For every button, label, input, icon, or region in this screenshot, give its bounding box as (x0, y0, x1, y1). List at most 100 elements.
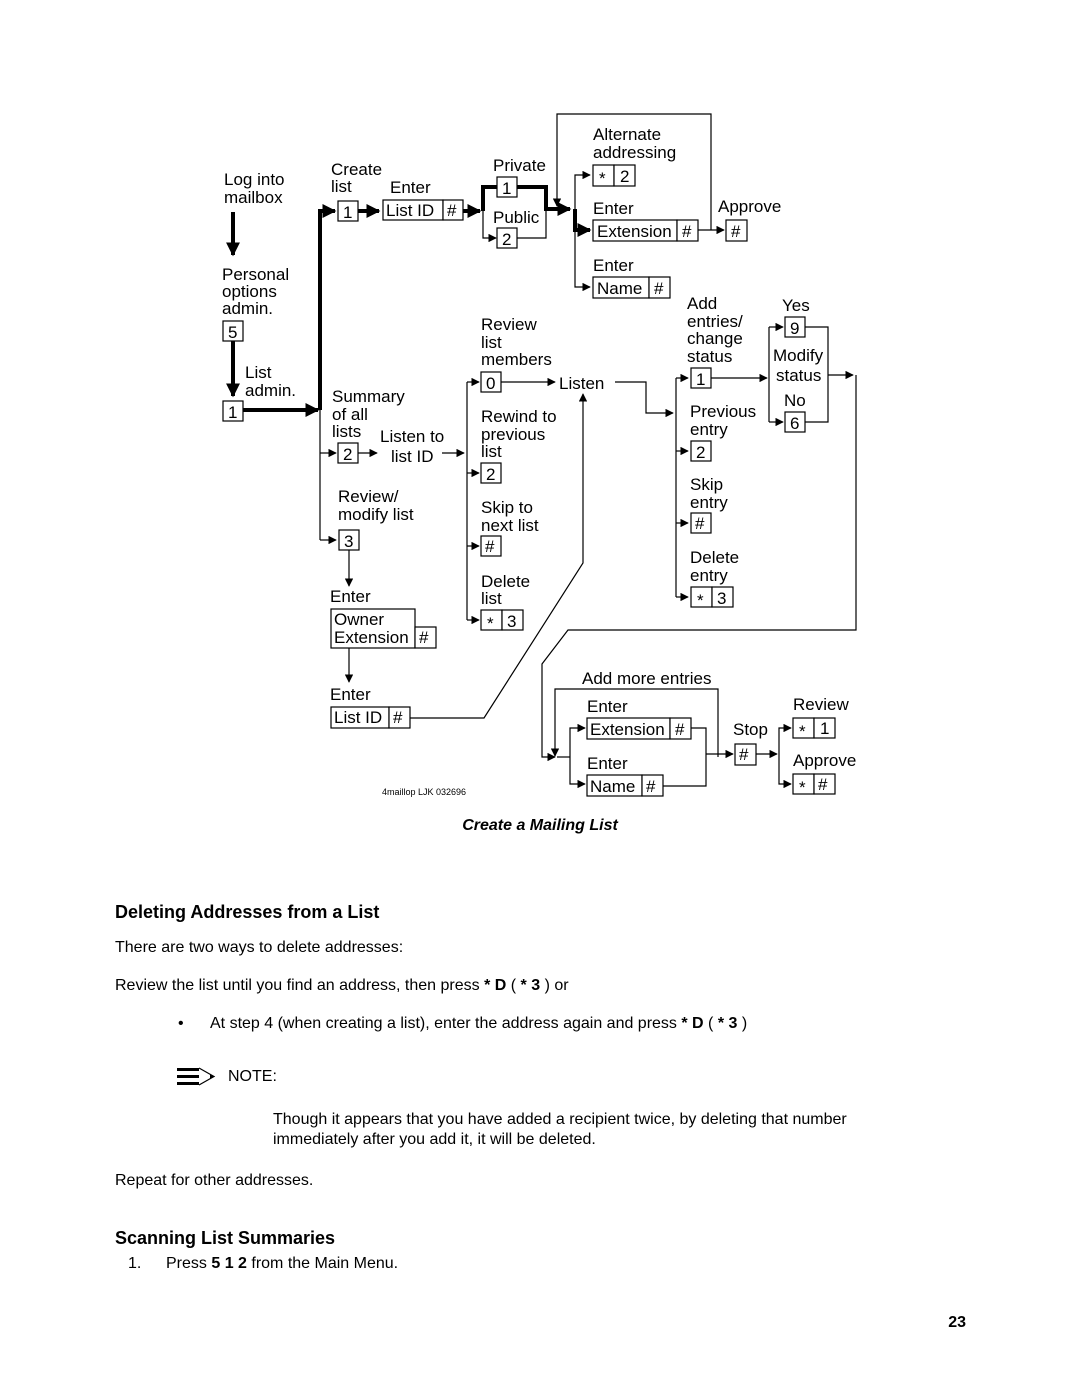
label-add: Add (687, 294, 717, 313)
approve-hash: # (731, 222, 741, 241)
way1-text: Review the list until you find an addres… (115, 977, 569, 995)
name-text: Name (597, 279, 642, 298)
label-members: members (481, 350, 552, 369)
bullet-dot: • (178, 1015, 184, 1032)
key-1-admin: 1 (228, 403, 237, 422)
label-skip: Skip (690, 475, 723, 494)
alt-star: * (599, 169, 606, 188)
label-admin: admin. (222, 299, 273, 318)
way1-suffix: ) or (540, 977, 569, 994)
label-enter-ext: Enter (593, 199, 634, 218)
stop-hash: # (739, 745, 749, 764)
label-rewind-to: Rewind to (481, 407, 557, 426)
label-enter-name: Enter (593, 256, 634, 275)
step-prefix: Press (166, 1255, 212, 1272)
label-review2: Review (793, 695, 849, 714)
key-public: 2 (502, 230, 511, 249)
listid2-hash: # (393, 708, 403, 727)
delete-3: 3 (507, 612, 516, 631)
key-yes: 9 (790, 319, 799, 338)
key-skip: # (485, 537, 495, 556)
ext2-hash: # (675, 720, 685, 739)
key-review: 3 (344, 532, 353, 551)
label-delete-entry: entry (690, 566, 728, 585)
review2-star: * (799, 722, 806, 741)
note-pencil-icon (177, 1067, 216, 1086)
name-hash: # (654, 279, 664, 298)
label-enter-owner: Enter (330, 587, 371, 606)
approve2-hash: # (818, 775, 828, 794)
owner-ext-text: Extension (334, 628, 409, 647)
bullet-key2: * 3 (717, 1015, 738, 1032)
label-alternate: Alternate (593, 125, 661, 144)
branch-ext2 (569, 723, 586, 757)
key-1-create: 1 (343, 203, 352, 222)
bullet-prefix: At step 4 (when creating a list), enter … (210, 1015, 682, 1032)
bullet-item: • At step 4 (when creating a list), enter… (178, 1015, 747, 1033)
label-enter-listid: Enter (390, 178, 431, 197)
label-review: Review (481, 315, 537, 334)
label-prev-entry: Previous (690, 402, 756, 421)
label-enter-ext2: Enter (587, 697, 628, 716)
label-enter-listid2: Enter (330, 685, 371, 704)
label-next-list: next list (481, 516, 539, 535)
note-text: Though it appears that you have added a … (273, 1111, 847, 1148)
alt-2: 2 (620, 167, 629, 186)
label-create-list: list (331, 177, 352, 196)
review2-1: 1 (820, 719, 829, 738)
label-list: List (245, 363, 272, 382)
ext-text: Extension (597, 222, 672, 241)
way1-mid: ( (506, 977, 521, 994)
del-entry-star: * (697, 591, 704, 610)
label-status: status (687, 347, 732, 366)
note-label: NOTE: (228, 1068, 277, 1085)
label-review-modify: Review/ (338, 487, 399, 506)
step-suffix: from the Main Menu. (246, 1255, 399, 1272)
key-prev: 2 (696, 443, 705, 462)
key-summary: 2 (343, 445, 352, 464)
label-modify-list: modify list (338, 505, 414, 524)
label-private: Private (493, 156, 546, 175)
step-1: 1. Press 5 1 2 from the Main Menu. (128, 1255, 398, 1273)
label-rewind-list: list (481, 442, 502, 461)
owner-text: Owner (334, 610, 384, 629)
label-public: Public (493, 208, 540, 227)
label-addressing: addressing (593, 143, 676, 162)
listid-hash: # (447, 201, 457, 220)
repeat-text: Repeat for other addresses. (115, 1172, 314, 1189)
label-listen: Listen (559, 374, 604, 393)
branch-name (574, 230, 591, 292)
label-change: change (687, 329, 743, 348)
step-number: 1. (128, 1255, 142, 1272)
label-no: No (784, 391, 806, 410)
branch-ext (573, 209, 592, 237)
branch-alt (574, 170, 591, 209)
bullet-suffix: ) (737, 1015, 748, 1032)
label-delete-list: list (481, 589, 502, 608)
key-no: 6 (790, 414, 799, 433)
figure-caption: Create a Mailing List (462, 817, 618, 834)
way1-key1: * D (484, 977, 507, 994)
label-list-admin: admin. (245, 381, 296, 400)
label-skip-to: Skip to (481, 498, 533, 517)
branch-name2 (569, 757, 586, 789)
label-approve: Approve (718, 197, 781, 216)
name2-text: Name (590, 777, 635, 796)
ext2-text: Extension (590, 720, 665, 739)
section-heading-deleting: Deleting Addresses from a List (115, 902, 380, 922)
trunk-thick (318, 204, 337, 410)
delete-star: * (487, 614, 494, 633)
label-mailbox: mailbox (224, 188, 283, 207)
label-summary: Summary (332, 387, 405, 406)
label-listen-to: Listen to (380, 427, 444, 446)
key-0: 0 (486, 374, 495, 393)
key-rewind: 2 (486, 465, 495, 484)
ext-hash: # (682, 222, 692, 241)
label-add-more: Add more entries (582, 669, 711, 688)
step-keys: 5 1 2 (211, 1255, 247, 1272)
branch-approve2 (778, 754, 792, 789)
label-stop: Stop (733, 720, 768, 739)
name2-hash: # (646, 777, 656, 796)
path-listen-to-entries (615, 381, 674, 418)
key-add: 1 (696, 370, 705, 389)
